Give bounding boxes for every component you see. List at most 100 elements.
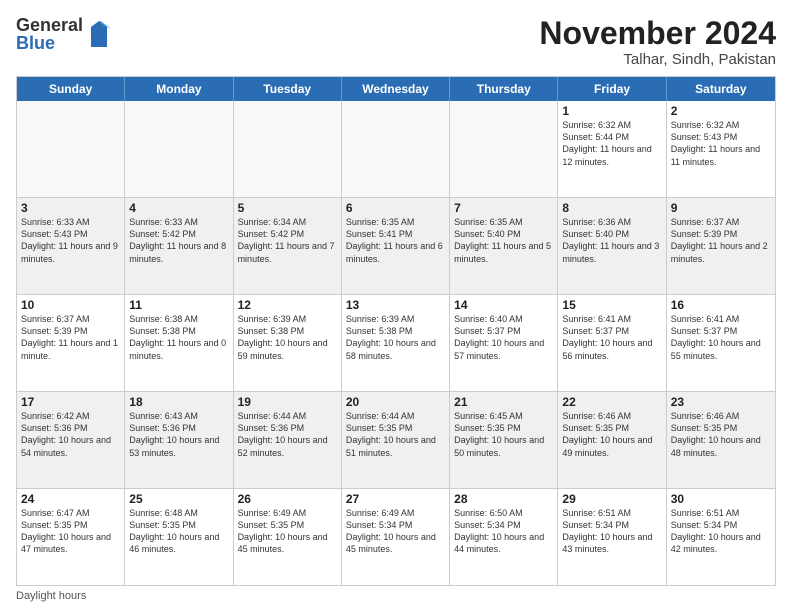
empty-cell-0-4	[450, 101, 558, 197]
calendar-header: SundayMondayTuesdayWednesdayThursdayFrid…	[17, 77, 775, 101]
day-info: Sunrise: 6:35 AM Sunset: 5:40 PM Dayligh…	[454, 216, 553, 265]
day-cell-25: 25Sunrise: 6:48 AM Sunset: 5:35 PM Dayli…	[125, 489, 233, 585]
empty-cell-0-2	[234, 101, 342, 197]
day-cell-26: 26Sunrise: 6:49 AM Sunset: 5:35 PM Dayli…	[234, 489, 342, 585]
logo-text: General Blue	[16, 16, 83, 52]
day-number: 10	[21, 298, 120, 312]
header-day-saturday: Saturday	[667, 77, 775, 101]
day-info: Sunrise: 6:47 AM Sunset: 5:35 PM Dayligh…	[21, 507, 120, 556]
day-cell-10: 10Sunrise: 6:37 AM Sunset: 5:39 PM Dayli…	[17, 295, 125, 391]
day-info: Sunrise: 6:49 AM Sunset: 5:35 PM Dayligh…	[238, 507, 337, 556]
day-number: 3	[21, 201, 120, 215]
day-info: Sunrise: 6:44 AM Sunset: 5:35 PM Dayligh…	[346, 410, 445, 459]
day-number: 4	[129, 201, 228, 215]
day-info: Sunrise: 6:38 AM Sunset: 5:38 PM Dayligh…	[129, 313, 228, 362]
day-info: Sunrise: 6:49 AM Sunset: 5:34 PM Dayligh…	[346, 507, 445, 556]
day-info: Sunrise: 6:36 AM Sunset: 5:40 PM Dayligh…	[562, 216, 661, 265]
day-cell-22: 22Sunrise: 6:46 AM Sunset: 5:35 PM Dayli…	[558, 392, 666, 488]
day-info: Sunrise: 6:37 AM Sunset: 5:39 PM Dayligh…	[21, 313, 120, 362]
day-number: 13	[346, 298, 445, 312]
day-cell-24: 24Sunrise: 6:47 AM Sunset: 5:35 PM Dayli…	[17, 489, 125, 585]
day-number: 15	[562, 298, 661, 312]
calendar-row-1: 3Sunrise: 6:33 AM Sunset: 5:43 PM Daylig…	[17, 197, 775, 294]
day-info: Sunrise: 6:33 AM Sunset: 5:42 PM Dayligh…	[129, 216, 228, 265]
day-info: Sunrise: 6:37 AM Sunset: 5:39 PM Dayligh…	[671, 216, 771, 265]
day-cell-19: 19Sunrise: 6:44 AM Sunset: 5:36 PM Dayli…	[234, 392, 342, 488]
header-day-wednesday: Wednesday	[342, 77, 450, 101]
day-number: 11	[129, 298, 228, 312]
day-number: 1	[562, 104, 661, 118]
header-day-sunday: Sunday	[17, 77, 125, 101]
title-month: November 2024	[539, 16, 776, 51]
empty-cell-0-1	[125, 101, 233, 197]
day-number: 24	[21, 492, 120, 506]
day-info: Sunrise: 6:48 AM Sunset: 5:35 PM Dayligh…	[129, 507, 228, 556]
day-info: Sunrise: 6:32 AM Sunset: 5:44 PM Dayligh…	[562, 119, 661, 168]
day-info: Sunrise: 6:42 AM Sunset: 5:36 PM Dayligh…	[21, 410, 120, 459]
empty-cell-0-3	[342, 101, 450, 197]
day-cell-16: 16Sunrise: 6:41 AM Sunset: 5:37 PM Dayli…	[667, 295, 775, 391]
calendar-row-2: 10Sunrise: 6:37 AM Sunset: 5:39 PM Dayli…	[17, 294, 775, 391]
day-number: 26	[238, 492, 337, 506]
header: General Blue November 2024 Talhar, Sindh…	[16, 16, 776, 68]
day-cell-28: 28Sunrise: 6:50 AM Sunset: 5:34 PM Dayli…	[450, 489, 558, 585]
day-info: Sunrise: 6:43 AM Sunset: 5:36 PM Dayligh…	[129, 410, 228, 459]
day-number: 5	[238, 201, 337, 215]
day-number: 7	[454, 201, 553, 215]
header-day-thursday: Thursday	[450, 77, 558, 101]
day-cell-2: 2Sunrise: 6:32 AM Sunset: 5:43 PM Daylig…	[667, 101, 775, 197]
logo: General Blue	[16, 16, 111, 52]
day-number: 20	[346, 395, 445, 409]
day-number: 9	[671, 201, 771, 215]
day-cell-1: 1Sunrise: 6:32 AM Sunset: 5:44 PM Daylig…	[558, 101, 666, 197]
day-number: 6	[346, 201, 445, 215]
title-block: November 2024 Talhar, Sindh, Pakistan	[539, 16, 776, 68]
day-cell-12: 12Sunrise: 6:39 AM Sunset: 5:38 PM Dayli…	[234, 295, 342, 391]
day-cell-21: 21Sunrise: 6:45 AM Sunset: 5:35 PM Dayli…	[450, 392, 558, 488]
footer-note: Daylight hours	[16, 590, 776, 602]
day-number: 2	[671, 104, 771, 118]
day-info: Sunrise: 6:40 AM Sunset: 5:37 PM Dayligh…	[454, 313, 553, 362]
day-cell-4: 4Sunrise: 6:33 AM Sunset: 5:42 PM Daylig…	[125, 198, 233, 294]
day-cell-8: 8Sunrise: 6:36 AM Sunset: 5:40 PM Daylig…	[558, 198, 666, 294]
day-number: 25	[129, 492, 228, 506]
day-cell-13: 13Sunrise: 6:39 AM Sunset: 5:38 PM Dayli…	[342, 295, 450, 391]
logo-general: General	[16, 16, 83, 34]
header-day-tuesday: Tuesday	[234, 77, 342, 101]
day-cell-5: 5Sunrise: 6:34 AM Sunset: 5:42 PM Daylig…	[234, 198, 342, 294]
calendar-body: 1Sunrise: 6:32 AM Sunset: 5:44 PM Daylig…	[17, 101, 775, 585]
logo-icon	[87, 19, 111, 49]
day-cell-6: 6Sunrise: 6:35 AM Sunset: 5:41 PM Daylig…	[342, 198, 450, 294]
day-number: 12	[238, 298, 337, 312]
day-info: Sunrise: 6:44 AM Sunset: 5:36 PM Dayligh…	[238, 410, 337, 459]
day-info: Sunrise: 6:39 AM Sunset: 5:38 PM Dayligh…	[346, 313, 445, 362]
day-info: Sunrise: 6:35 AM Sunset: 5:41 PM Dayligh…	[346, 216, 445, 265]
day-info: Sunrise: 6:46 AM Sunset: 5:35 PM Dayligh…	[562, 410, 661, 459]
day-number: 21	[454, 395, 553, 409]
day-cell-17: 17Sunrise: 6:42 AM Sunset: 5:36 PM Dayli…	[17, 392, 125, 488]
day-cell-20: 20Sunrise: 6:44 AM Sunset: 5:35 PM Dayli…	[342, 392, 450, 488]
day-info: Sunrise: 6:51 AM Sunset: 5:34 PM Dayligh…	[671, 507, 771, 556]
empty-cell-0-0	[17, 101, 125, 197]
day-info: Sunrise: 6:33 AM Sunset: 5:43 PM Dayligh…	[21, 216, 120, 265]
day-info: Sunrise: 6:45 AM Sunset: 5:35 PM Dayligh…	[454, 410, 553, 459]
header-day-friday: Friday	[558, 77, 666, 101]
header-day-monday: Monday	[125, 77, 233, 101]
day-info: Sunrise: 6:41 AM Sunset: 5:37 PM Dayligh…	[562, 313, 661, 362]
day-number: 17	[21, 395, 120, 409]
day-number: 19	[238, 395, 337, 409]
day-number: 8	[562, 201, 661, 215]
page: General Blue November 2024 Talhar, Sindh…	[0, 0, 792, 612]
day-number: 30	[671, 492, 771, 506]
day-info: Sunrise: 6:32 AM Sunset: 5:43 PM Dayligh…	[671, 119, 771, 168]
day-cell-27: 27Sunrise: 6:49 AM Sunset: 5:34 PM Dayli…	[342, 489, 450, 585]
day-cell-15: 15Sunrise: 6:41 AM Sunset: 5:37 PM Dayli…	[558, 295, 666, 391]
day-number: 22	[562, 395, 661, 409]
day-number: 28	[454, 492, 553, 506]
day-number: 16	[671, 298, 771, 312]
calendar: SundayMondayTuesdayWednesdayThursdayFrid…	[16, 76, 776, 586]
calendar-row-0: 1Sunrise: 6:32 AM Sunset: 5:44 PM Daylig…	[17, 101, 775, 197]
day-info: Sunrise: 6:34 AM Sunset: 5:42 PM Dayligh…	[238, 216, 337, 265]
day-cell-23: 23Sunrise: 6:46 AM Sunset: 5:35 PM Dayli…	[667, 392, 775, 488]
day-cell-7: 7Sunrise: 6:35 AM Sunset: 5:40 PM Daylig…	[450, 198, 558, 294]
